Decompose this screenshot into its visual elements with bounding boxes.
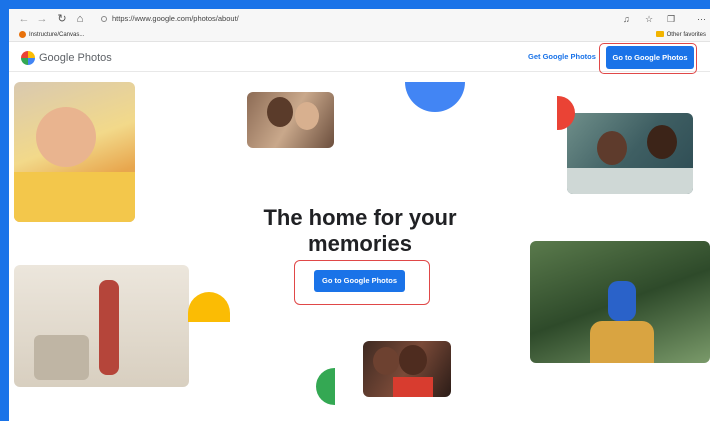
canvas-favicon-icon <box>19 30 26 38</box>
url-text: https://www.google.com/photos/about/ <box>112 14 239 23</box>
decorative-green-semicircle <box>316 368 335 405</box>
hero-title: The home for your memories <box>263 205 457 256</box>
address-bar[interactable]: https://www.google.com/photos/about/ <box>101 12 621 26</box>
get-google-photos-link[interactable]: Get Google Photos <box>528 52 596 61</box>
folder-icon <box>655 31 664 38</box>
favorite-canvas[interactable]: Instructure/Canvas... <box>19 30 84 41</box>
photo-child-with-glasses <box>14 82 135 222</box>
browser-nav-row: ← → ↻ ⌂ https://www.google.com/photos/ab… <box>9 9 710 29</box>
favorites-icon[interactable]: ☆ <box>645 12 653 26</box>
photo-forest-shoulders <box>530 241 710 363</box>
more-icon[interactable]: ⋯ <box>697 12 706 26</box>
favorite-label: Instructure/Canvas... <box>29 32 85 38</box>
go-to-google-photos-button-header[interactable]: Go to Google Photos <box>606 46 694 69</box>
favorites-bar: Instructure/Canvas... Other favorites <box>9 29 710 42</box>
window-frame-top <box>0 0 710 9</box>
forward-icon[interactable]: → <box>35 12 49 26</box>
logo-text: Google Photos <box>39 52 112 64</box>
photo-two-kids <box>363 341 451 397</box>
window-frame-left <box>0 0 9 421</box>
go-to-google-photos-button-hero[interactable]: Go to Google Photos <box>314 270 405 292</box>
decorative-blue-semicircle <box>405 82 465 112</box>
other-favorites-label: Other favorites <box>666 32 706 38</box>
decorative-yellow-semicircle <box>188 292 230 322</box>
refresh-icon[interactable]: ↻ <box>55 12 69 26</box>
photo-family-group <box>567 113 693 194</box>
site-info-icon[interactable] <box>101 16 107 23</box>
back-icon[interactable]: ← <box>17 12 31 26</box>
other-favorites[interactable]: Other favorites <box>655 30 706 41</box>
browser-chrome: ← → ↻ ⌂ https://www.google.com/photos/ab… <box>9 9 710 42</box>
read-aloud-icon[interactable]: ♫ <box>623 12 630 26</box>
photo-selfie-couple <box>247 92 334 148</box>
google-photos-logo[interactable]: Google Photos <box>21 50 112 66</box>
pinwheel-icon <box>21 51 35 65</box>
photo-mother-and-child <box>14 265 189 387</box>
collections-icon[interactable]: ❐ <box>667 12 675 26</box>
home-icon[interactable]: ⌂ <box>73 12 87 26</box>
